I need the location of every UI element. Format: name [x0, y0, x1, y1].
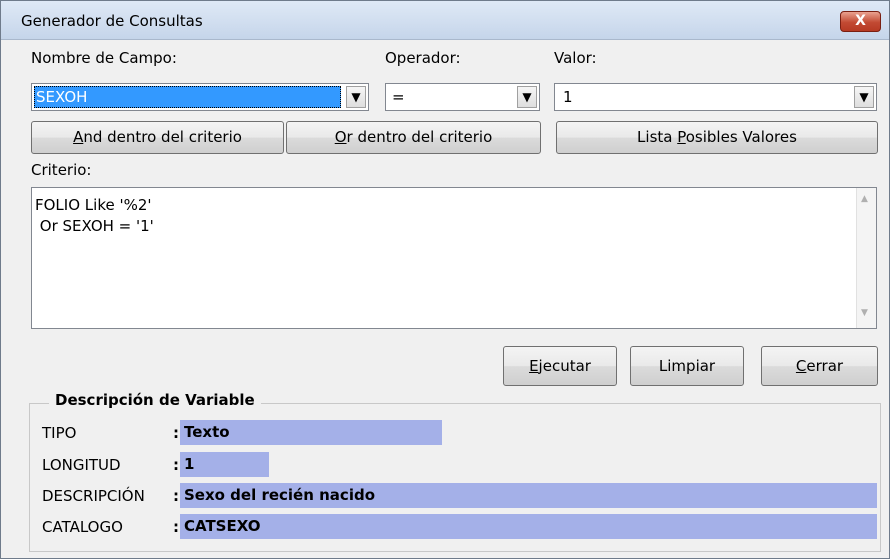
operator-value: = — [392, 88, 405, 106]
button-accesskey: A — [73, 128, 84, 146]
length-label: LONGITUD — [42, 456, 121, 474]
criteria-label: Criterio: — [31, 161, 92, 179]
catalog-label: CATALOGO — [42, 518, 123, 536]
value-select[interactable]: 1 ▼ — [554, 83, 877, 111]
query-builder-dialog: Generador de Consultas X Nombre de Campo… — [0, 0, 890, 559]
catalog-separator: : — [173, 518, 179, 536]
operator-select[interactable]: = ▼ — [385, 83, 540, 111]
type-separator: : — [173, 424, 179, 442]
button-text: errar — [806, 357, 844, 375]
chevron-down-icon[interactable]: ▼ — [346, 86, 366, 108]
close-button[interactable]: Cerrar — [761, 346, 878, 386]
button-text: Lista — [637, 128, 678, 146]
button-accesskey: P — [677, 128, 686, 146]
button-accesskey: E — [529, 357, 539, 375]
chevron-down-icon[interactable]: ▼ — [517, 86, 537, 108]
button-text: Limpiar — [658, 357, 716, 375]
clear-button[interactable]: Limpiar — [630, 346, 744, 386]
description-separator: : — [173, 487, 179, 505]
description-label: DESCRIPCIÓN — [42, 487, 145, 505]
criteria-textarea[interactable]: FOLIO Like '%2' Or SEXOH = '1' ▲ ▼ — [31, 187, 877, 329]
execute-button[interactable]: Ejecutar — [503, 346, 617, 386]
button-text: osibles Valores — [685, 128, 797, 146]
description-value: Sexo del recién nacido — [180, 483, 877, 508]
operator-label: Operador: — [385, 49, 461, 67]
title-bar[interactable]: Generador de Consultas X — [1, 1, 889, 40]
scroll-down-icon[interactable]: ▼ — [861, 308, 868, 318]
button-text: nd dentro del criterio — [83, 128, 242, 146]
field-name-value: SEXOH — [36, 88, 88, 106]
vertical-scrollbar[interactable]: ▲ ▼ — [856, 188, 876, 328]
type-label: TIPO — [42, 424, 77, 442]
button-accesskey: O — [334, 128, 347, 146]
button-text: jecutar — [538, 357, 591, 375]
button-text: r dentro del criterio — [346, 128, 493, 146]
catalog-value: CATSEXO — [180, 514, 877, 539]
close-icon: X — [855, 13, 866, 29]
or-within-criteria-button[interactable]: Or dentro del criterio — [286, 121, 541, 154]
scroll-up-icon[interactable]: ▲ — [861, 194, 868, 204]
close-window-button[interactable]: X — [840, 11, 881, 32]
window-title: Generador de Consultas — [21, 12, 203, 30]
length-value: 1 — [180, 452, 269, 477]
variable-description-title: Descripción de Variable — [49, 391, 261, 409]
and-within-criteria-button[interactable]: And dentro del criterio — [31, 121, 284, 154]
button-accesskey: C — [795, 357, 807, 375]
possible-values-list-button[interactable]: Lista Posibles Valores — [556, 121, 878, 154]
field-name-label: Nombre de Campo: — [31, 49, 177, 67]
value-value: 1 — [563, 88, 573, 106]
type-value: Texto — [180, 420, 442, 445]
criteria-line: FOLIO Like '%2' — [35, 196, 152, 214]
criteria-line: Or SEXOH = '1' — [35, 217, 154, 235]
length-separator: : — [173, 456, 179, 474]
chevron-down-icon[interactable]: ▼ — [854, 86, 874, 108]
value-label: Valor: — [554, 49, 597, 67]
field-name-select[interactable]: SEXOH ▼ — [31, 83, 369, 111]
